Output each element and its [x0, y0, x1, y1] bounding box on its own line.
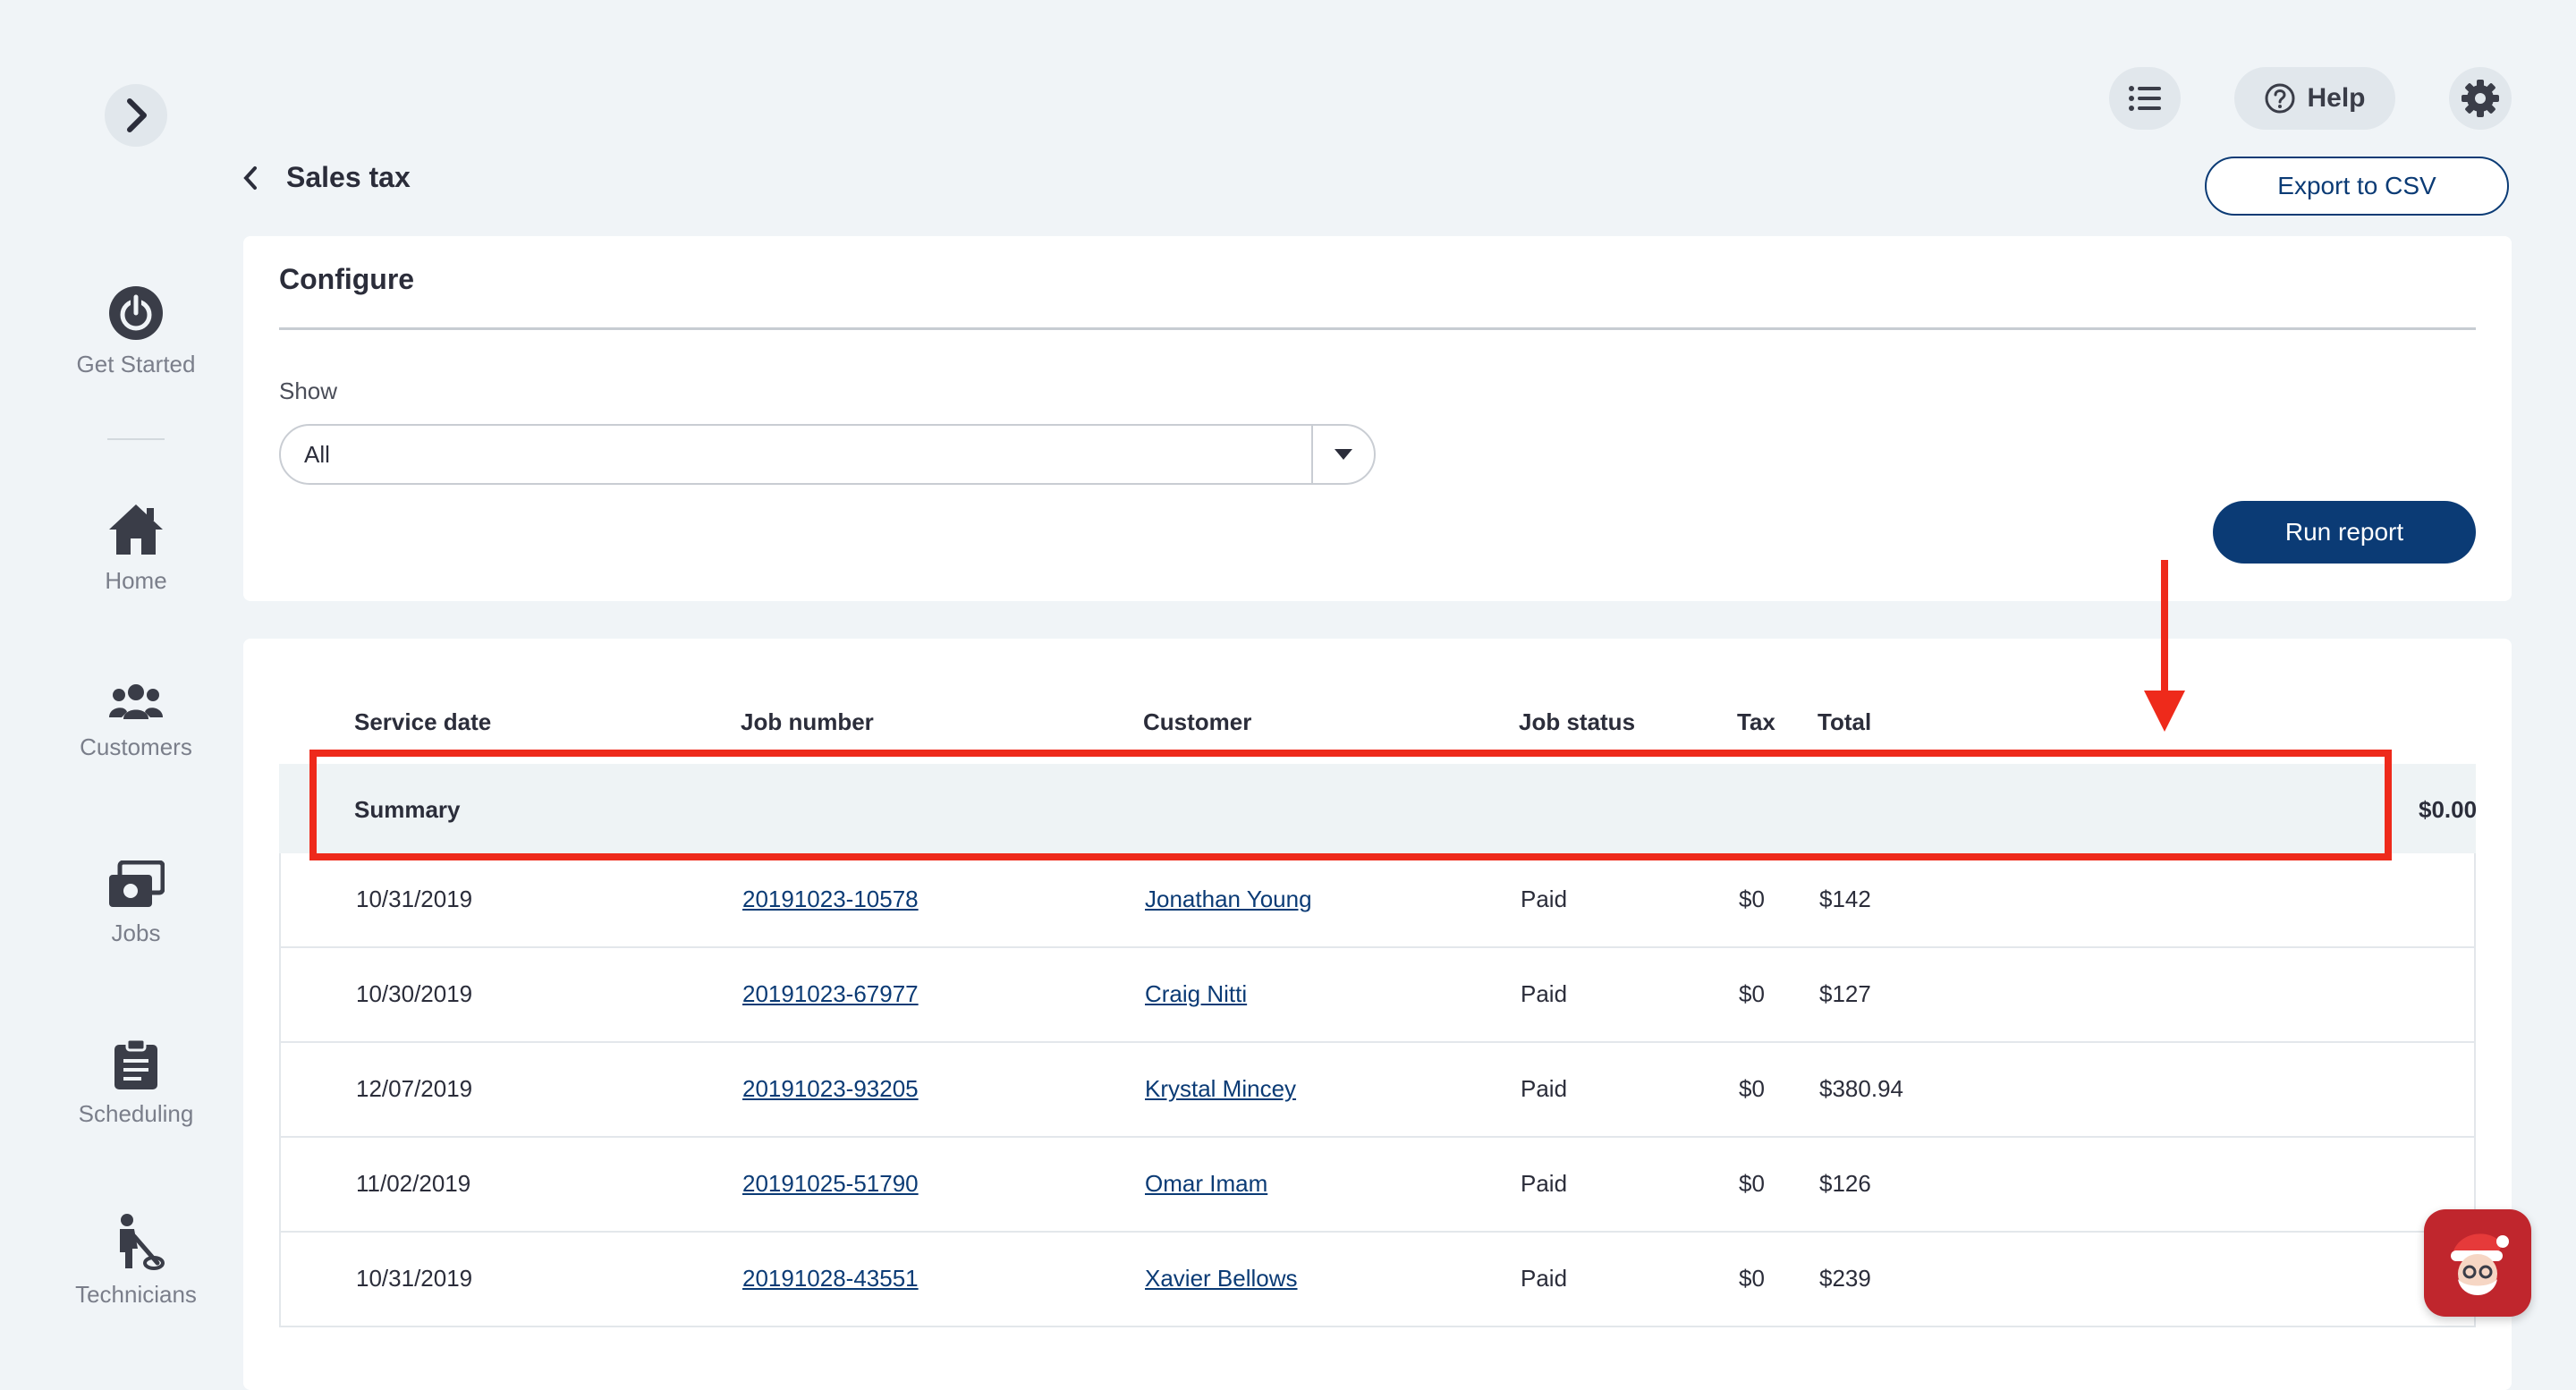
sidebar: Get Started Home Customers Jobs Scheduli… — [0, 0, 272, 1361]
divider — [279, 327, 2476, 330]
total: $127 — [1819, 980, 1871, 1007]
sidebar-item-customers[interactable]: Customers — [0, 682, 272, 761]
power-icon — [109, 286, 163, 340]
total: $126 — [1819, 1170, 1871, 1197]
job-status: Paid — [1521, 886, 1568, 912]
customer-link[interactable]: Krystal Mincey — [1145, 1075, 1296, 1103]
sidebar-item-label: Customers — [80, 733, 192, 760]
job-status: Paid — [1521, 1170, 1568, 1197]
job-number-link[interactable]: 20191025-51790 — [742, 1170, 919, 1198]
list-view-button[interactable] — [2109, 67, 2181, 130]
customer-link[interactable]: Xavier Bellows — [1145, 1265, 1298, 1293]
column-header: Total — [1818, 708, 1872, 735]
jobs-icon — [109, 860, 165, 907]
total: $380.94 — [1819, 1075, 1903, 1102]
caret-down-icon — [1335, 449, 1352, 460]
configure-card: Configure Show All Run report — [243, 236, 2512, 601]
table-row: 10/30/2019 20191023-67977 Craig Nitti Pa… — [281, 948, 2474, 1043]
column-header: Job status — [1519, 708, 1636, 735]
page-header: Sales tax — [242, 161, 411, 194]
run-report-button[interactable]: Run report — [2213, 501, 2476, 564]
chat-widget-button[interactable] — [2424, 1209, 2531, 1317]
tax: $0 — [1739, 980, 1765, 1007]
job-status: Paid — [1521, 1265, 1568, 1292]
gear-icon — [2462, 80, 2499, 117]
column-header: Service date — [354, 708, 492, 735]
select-toggle[interactable] — [1311, 426, 1374, 483]
sidebar-item-scheduling[interactable]: Scheduling — [0, 1038, 272, 1128]
sidebar-item-label: Get Started — [76, 351, 196, 377]
job-number-link[interactable]: 20191023-93205 — [742, 1075, 919, 1103]
export-csv-button[interactable]: Export to CSV — [2205, 157, 2509, 216]
table-row: 10/31/2019 20191028-43551 Xavier Bellows… — [281, 1233, 2474, 1327]
technician-icon — [120, 1214, 165, 1270]
summary-highlight-box — [309, 750, 2392, 860]
table-row: 11/02/2019 20191025-51790 Omar Imam Paid… — [281, 1138, 2474, 1233]
service-date: 10/30/2019 — [356, 980, 473, 1007]
table-body: 10/31/2019 20191023-10578 Jonathan Young… — [279, 853, 2476, 1327]
help-button[interactable]: Help — [2234, 67, 2395, 130]
sidebar-item-home[interactable]: Home — [0, 501, 272, 595]
annotation-arrow — [2144, 560, 2185, 732]
clipboard-icon — [114, 1038, 157, 1089]
show-select[interactable]: All — [279, 424, 1376, 485]
sidebar-item-get-started[interactable]: Get Started — [0, 284, 272, 378]
service-date: 10/31/2019 — [356, 1265, 473, 1292]
customer-link[interactable]: Craig Nitti — [1145, 980, 1247, 1008]
tax: $0 — [1739, 1265, 1765, 1292]
users-icon — [109, 684, 163, 719]
job-status: Paid — [1521, 1075, 1568, 1102]
home-icon — [109, 504, 163, 555]
santa-avatar-icon — [2451, 1233, 2509, 1295]
service-date: 11/02/2019 — [356, 1170, 471, 1197]
column-header: Tax — [1737, 708, 1775, 735]
list-icon — [2129, 86, 2161, 111]
sidebar-item-label: Jobs — [111, 920, 161, 946]
column-header: Customer — [1143, 708, 1252, 735]
sidebar-item-label: Technicians — [75, 1281, 197, 1308]
table-row: 10/31/2019 20191023-10578 Jonathan Young… — [281, 853, 2474, 948]
total: $239 — [1819, 1265, 1871, 1292]
settings-button[interactable] — [2449, 67, 2512, 130]
job-status: Paid — [1521, 980, 1568, 1007]
sidebar-item-jobs[interactable]: Jobs — [0, 860, 272, 947]
tax: $0 — [1739, 886, 1765, 912]
service-date: 12/07/2019 — [356, 1075, 473, 1102]
job-number-link[interactable]: 20191023-10578 — [742, 886, 919, 913]
service-date: 10/31/2019 — [356, 886, 473, 912]
help-circle-icon — [2265, 83, 2295, 114]
sidebar-item-label: Home — [105, 567, 167, 594]
expand-sidebar-button[interactable] — [105, 84, 167, 147]
summary-total: $0.00 — [2419, 796, 2478, 823]
tax: $0 — [1739, 1170, 1765, 1197]
job-number-link[interactable]: 20191023-67977 — [742, 980, 919, 1008]
show-select-value: All — [304, 440, 330, 468]
show-label: Show — [279, 377, 338, 404]
sidebar-divider — [107, 438, 165, 440]
page-title: Sales tax — [286, 161, 411, 193]
tax: $0 — [1739, 1075, 1765, 1102]
sidebar-item-label: Scheduling — [78, 1100, 194, 1127]
help-label: Help — [2307, 83, 2366, 113]
customer-link[interactable]: Jonathan Young — [1145, 886, 1312, 913]
chevron-right-icon — [127, 98, 147, 132]
total: $142 — [1819, 886, 1871, 912]
job-number-link[interactable]: 20191028-43551 — [742, 1265, 919, 1293]
configure-title: Configure — [279, 263, 415, 295]
column-header: Job number — [741, 708, 874, 735]
table-row: 12/07/2019 20191023-93205 Krystal Mincey… — [281, 1043, 2474, 1138]
sidebar-item-technicians[interactable]: Technicians — [0, 1213, 272, 1309]
customer-link[interactable]: Omar Imam — [1145, 1170, 1267, 1198]
back-chevron-icon[interactable] — [242, 165, 259, 191]
